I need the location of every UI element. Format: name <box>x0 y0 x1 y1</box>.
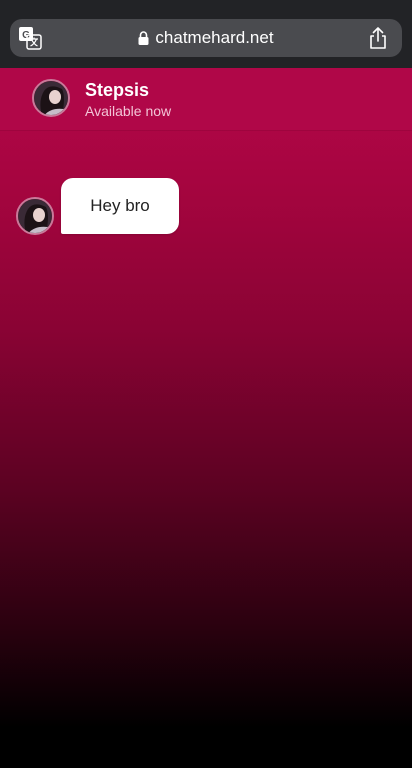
url-display[interactable]: chatmehard.net <box>10 19 402 57</box>
message-text: Hey bro <box>90 196 150 215</box>
contact-status: Available now <box>85 103 172 119</box>
message-bubble: Hey bro <box>61 178 179 234</box>
message-avatar <box>16 197 54 235</box>
contact-name: Stepsis <box>85 80 150 100</box>
lock-icon <box>138 31 149 45</box>
share-icon[interactable] <box>368 27 388 49</box>
avatar[interactable] <box>32 79 70 117</box>
address-bar[interactable]: G chatmehard.net <box>10 19 402 57</box>
browser-toolbar: G chatmehard.net <box>0 0 412 68</box>
url-text: chatmehard.net <box>155 28 274 47</box>
chat-header: Stepsis Available now <box>0 68 412 130</box>
chat-page: Stepsis Available now Hey bro <box>0 68 412 768</box>
